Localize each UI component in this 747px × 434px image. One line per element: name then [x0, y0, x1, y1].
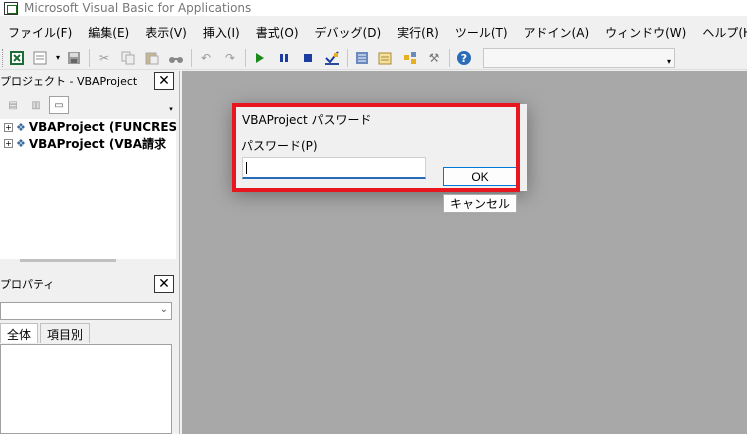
toolbar-separator: [191, 48, 193, 67]
toggle-folders-button[interactable]: ▭: [49, 96, 69, 114]
excel-icon[interactable]: [8, 49, 26, 67]
vba-app-icon: [4, 1, 18, 15]
cancel-button[interactable]: キャンセル: [443, 194, 517, 213]
tab-categorized[interactable]: 項目別: [40, 323, 91, 343]
toolbar-separator: [347, 48, 349, 67]
title-bar: Microsoft Visual Basic for Applications: [0, 0, 747, 16]
standard-toolbar: ▾ ✂ ↶ ↷ ⚒ ? ▾: [0, 46, 747, 70]
save-icon[interactable]: [65, 49, 83, 67]
chevron-down-icon[interactable]: ▾: [664, 57, 674, 67]
tree-item[interactable]: + ❖ VBAProject (FUNCRES: [0, 119, 176, 135]
text-caret: [246, 162, 247, 174]
vba-project-icon: ❖: [16, 120, 26, 134]
run-icon[interactable]: [251, 49, 269, 67]
chevron-down-icon[interactable]: ▾: [167, 97, 175, 113]
undo-icon[interactable]: ↶: [197, 49, 215, 67]
toolbar-position-box: ▾: [483, 47, 676, 68]
chevron-down-icon: ⌄: [159, 304, 168, 315]
menu-format[interactable]: 書式(O): [256, 24, 299, 41]
project-explorer-title: プロジェクト - VBAProject: [0, 75, 138, 88]
properties-header: プロパティ ✕: [0, 274, 176, 294]
project-explorer-header: プロジェクト - VBAProject ✕: [0, 71, 176, 91]
cut-icon[interactable]: ✂: [95, 49, 113, 67]
view-code-icon: ▤: [8, 99, 18, 111]
paste-icon[interactable]: [143, 49, 161, 67]
dialog-body: パスワード(P) OK キャンセル: [233, 132, 527, 213]
menu-edit[interactable]: 編集(E): [88, 24, 129, 41]
tree-item[interactable]: + ❖ VBAProject (VBA請求: [0, 135, 176, 151]
menu-bar: ファイル(F) 編集(E) 表示(V) 挿入(I) 書式(O) デバッグ(D) …: [0, 20, 747, 44]
help-icon[interactable]: ?: [455, 49, 473, 67]
menu-tools[interactable]: ツール(T): [455, 24, 508, 41]
project-tree: + ❖ VBAProject (FUNCRES + ❖ VBAProject (…: [0, 119, 176, 259]
object-browser-icon[interactable]: [401, 49, 419, 67]
menu-view[interactable]: 表示(V): [145, 24, 187, 41]
menu-addins[interactable]: アドイン(A): [524, 24, 590, 41]
password-input[interactable]: [242, 157, 426, 179]
menu-help[interactable]: ヘルプ(H): [702, 24, 747, 41]
toolbar-grip[interactable]: [2, 48, 5, 67]
pause-icon[interactable]: [275, 49, 293, 67]
toolbar-separator: [89, 48, 91, 67]
close-properties-button[interactable]: ✕: [154, 275, 174, 293]
password-label: パスワード(P): [241, 139, 318, 153]
close-icon: ✕: [158, 276, 170, 292]
ok-button[interactable]: OK: [443, 167, 517, 186]
tree-item-label: VBAProject (VBA請求: [28, 136, 167, 151]
properties-tabs: 全体 項目別: [0, 323, 92, 343]
dialog-title: VBAProject パスワード: [242, 113, 372, 127]
properties-title: プロパティ: [0, 278, 55, 291]
close-project-explorer-button[interactable]: ✕: [154, 72, 174, 90]
toolbox-icon[interactable]: ⚒: [425, 49, 443, 67]
folder-icon: ▭: [54, 99, 64, 111]
horizontal-scrollbar[interactable]: [20, 259, 116, 262]
project-explorer-icon[interactable]: [353, 49, 371, 67]
insert-module-icon[interactable]: [32, 49, 50, 67]
redo-icon[interactable]: ↷: [221, 49, 239, 67]
project-explorer-toolbar: ▤ ▥ ▭ ▾: [0, 94, 176, 116]
find-icon[interactable]: [167, 49, 185, 67]
toolbar-separator: [449, 48, 451, 67]
tab-alphabetic[interactable]: 全体: [0, 323, 39, 343]
window-title: Microsoft Visual Basic for Applications: [24, 1, 252, 15]
menu-insert[interactable]: 挿入(I): [203, 24, 240, 41]
svg-text:?: ?: [461, 52, 467, 65]
menu-window[interactable]: ウィンドウ(W): [605, 24, 686, 41]
expand-icon[interactable]: +: [4, 122, 13, 132]
vba-project-icon: ❖: [16, 136, 26, 150]
password-dialog: VBAProject パスワード パスワード(P) OK キャンセル: [233, 104, 527, 213]
menu-debug[interactable]: デバッグ(D): [315, 24, 382, 41]
stop-icon[interactable]: [299, 49, 317, 67]
design-mode-icon[interactable]: [323, 49, 341, 67]
tree-item-label: VBAProject (FUNCRES: [28, 120, 176, 134]
toolbar-separator: [245, 48, 247, 67]
menu-run[interactable]: 実行(R): [397, 24, 439, 41]
menu-file[interactable]: ファイル(F): [8, 24, 72, 41]
expand-icon[interactable]: +: [4, 138, 13, 148]
left-docked-panes: プロジェクト - VBAProject ✕ ▤ ▥ ▭ ▾ + ❖ VBAPro…: [0, 71, 180, 434]
copy-icon[interactable]: [119, 49, 137, 67]
properties-icon[interactable]: [377, 49, 395, 67]
view-object-icon: ▥: [31, 99, 41, 111]
object-select[interactable]: ⌄: [0, 302, 172, 320]
properties-grid[interactable]: [0, 344, 172, 434]
chevron-down-icon[interactable]: ▾: [56, 53, 60, 62]
close-icon: ✕: [158, 73, 170, 89]
view-code-button[interactable]: ▤: [3, 96, 23, 114]
view-object-button[interactable]: ▥: [26, 96, 46, 114]
